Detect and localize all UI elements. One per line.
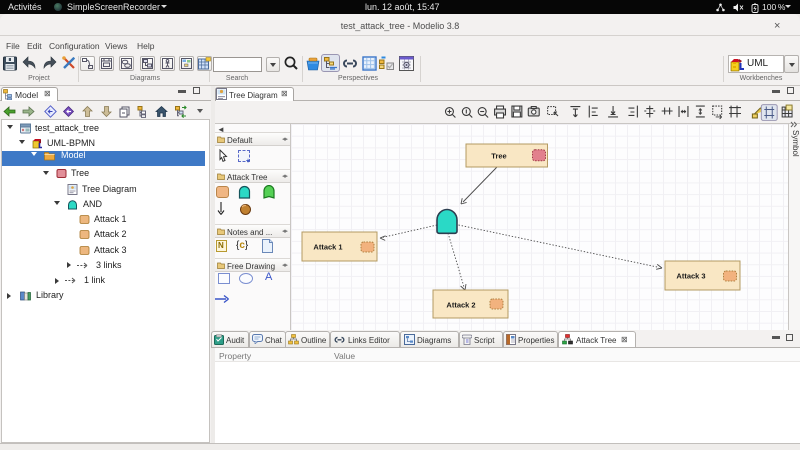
svg-text:Attack 1: Attack 1 bbox=[313, 243, 342, 252]
svg-text:Attack 3: Attack 3 bbox=[676, 272, 705, 281]
svg-text:Tree: Tree bbox=[491, 152, 506, 161]
svg-text:Attack 2: Attack 2 bbox=[446, 300, 475, 309]
